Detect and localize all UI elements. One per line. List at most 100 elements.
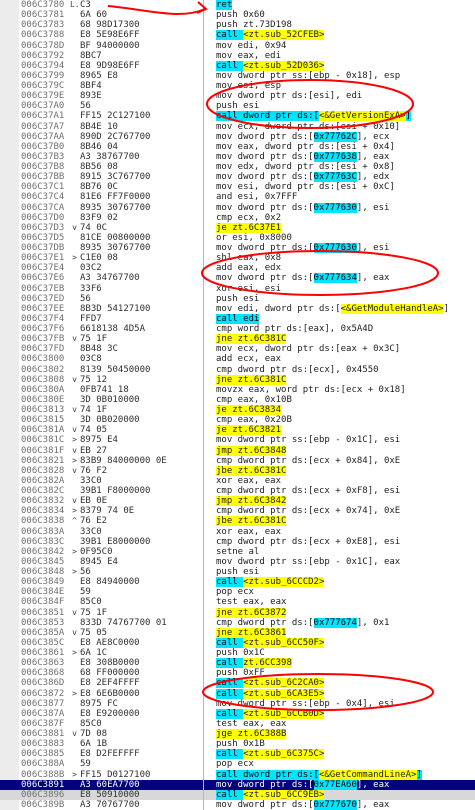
instruction-row[interactable]: 006C3802 8139 50450000 cmp dword ptr ds:[e… [0,364,475,375]
instruction-row[interactable]: 006C37FB v 75 1F jne zt.6C381C [0,334,475,345]
gutter-cell[interactable] [0,658,19,669]
gutter-cell[interactable] [0,556,19,567]
instruction-row[interactable]: 006C37A0 56 push esi [0,101,475,112]
gutter-cell[interactable] [0,222,19,233]
instruction-row[interactable]: 006C3863 E8 308B0000 call zt.6CC398 [0,658,475,669]
instruction-row[interactable]: 006C3883 6A 1B push 0x1B [0,739,475,750]
instruction-row[interactable]: 006C37B3 A3 38767700 mov dword ptr ds:[0x7… [0,151,475,162]
instruction-row[interactable]: 006C37ED 56 push esi [0,293,475,304]
gutter-cell[interactable] [0,475,19,486]
gutter-cell[interactable] [0,324,19,335]
gutter-cell[interactable] [0,597,19,608]
gutter-cell[interactable] [0,293,19,304]
gutter-cell[interactable] [0,769,19,780]
instruction-row[interactable]: 006C380E 3D 0B010000 cmp eax, 0x10B [0,394,475,405]
gutter-cell[interactable] [0,30,19,41]
instruction-row[interactable]: 006C3842 >0F95C0 setne al [0,546,475,557]
instruction-row[interactable]: 006C3838 ^ 76 E2 jbe zt.6C381C [0,516,475,527]
instruction-row[interactable]: 006C37DB 8935 30767700 mov dword ptr ds:[0… [0,243,475,254]
gutter-cell[interactable] [0,718,19,729]
instruction-row[interactable]: 006C385A v 75 05 jne zt.6C3861 [0,627,475,638]
instruction-row[interactable]: 006C3780 L. C3 ret [0,0,475,11]
instruction-row[interactable]: 006C384E 59 pop ecx [0,587,475,598]
gutter-cell[interactable] [0,121,19,132]
gutter-cell[interactable] [0,172,19,183]
instruction-row[interactable]: 006C382C 39B1 F8000000 cmp dword ptr ds:[e… [0,486,475,497]
gutter-cell[interactable] [0,141,19,152]
instruction-row[interactable]: 006C379E 893E mov dword ptr ds:[esi], edi [0,91,475,102]
gutter-cell[interactable] [0,0,19,11]
instruction-row[interactable]: 006C388A 59 pop ecx [0,759,475,770]
gutter-cell[interactable] [0,10,19,21]
gutter-cell[interactable] [0,212,19,223]
disassembly-listing[interactable]: 006C3780 L. C3 ret 006C3781 6A 60 push 0x60 006… [0,0,475,810]
gutter-cell[interactable] [0,253,19,264]
instruction-row[interactable]: 006C37E6 A3 34767700 mov dword ptr ds:[0x7… [0,273,475,284]
instruction-row[interactable]: 006C37E1 > C1E0 08 shl eax, 0x8 [0,253,475,264]
instruction-row[interactable]: 006C380A 0FB741 18 movzx eax, word ptr ds:… [0,384,475,395]
instruction-row[interactable]: 006C3885 E8 D2FEFFFF call <zt.sub_6C375C> [0,749,475,760]
gutter-cell[interactable] [0,688,19,699]
instruction-row[interactable]: 006C383A 33C0 xor eax, eax [0,526,475,537]
gutter-cell[interactable] [0,263,19,274]
gutter-cell[interactable] [0,526,19,537]
instruction-row[interactable]: 006C3845 8945 E4 mov dword ptr ss:[ebp - 0… [0,556,475,567]
gutter-cell[interactable] [0,182,19,193]
gutter-cell[interactable] [0,607,19,618]
gutter-cell[interactable] [0,546,19,557]
instruction-row[interactable]: 006C37D0 83F9 02 cmp ecx, 0x2 [0,212,475,223]
gutter-cell[interactable] [0,40,19,51]
instruction-row[interactable]: 006C37A1 FF15 2C127100 call dword ptr ds:[… [0,111,475,122]
gutter-cell[interactable] [0,354,19,365]
gutter-cell[interactable] [0,313,19,324]
instruction-row[interactable]: 006C381C >8975 E4 mov dword ptr ss:[ebp - … [0,435,475,446]
gutter-cell[interactable] [0,729,19,740]
gutter-cell[interactable] [0,506,19,517]
instruction-row[interactable]: 006C37FD 8B48 3C mov ecx, dword ptr ds:[ea… [0,344,475,355]
instruction-row[interactable]: 006C3799 8965 E8 mov dword ptr ss:[ebp - 0… [0,70,475,81]
instruction-row[interactable]: 006C37B8 8B56 08 mov edx, dword ptr ds:[es… [0,162,475,173]
gutter-cell[interactable] [0,516,19,527]
instruction-row[interactable]: 006C388B > FF15 D0127100 call dword ptr ds:… [0,769,475,780]
gutter-cell[interactable] [0,394,19,405]
instruction-row[interactable]: 006C3849 E8 84940000 call <zt.sub_6CCCD2> [0,577,475,588]
gutter-cell[interactable] [0,637,19,648]
gutter-cell[interactable] [0,151,19,162]
gutter-cell[interactable] [0,698,19,709]
instruction-row[interactable]: 006C3881 v 7D 08 jge zt.6C388B [0,729,475,740]
instruction-row[interactable]: 006C3828 v 76 F2 jbe zt.6C381C [0,465,475,476]
instruction-row[interactable]: 006C387F 85C0 test eax, eax [0,718,475,729]
gutter-cell[interactable] [0,536,19,547]
instruction-row[interactable]: 006C378D BF 94000000 mov edi, 0x94 [0,40,475,51]
instruction-row[interactable]: 006C384F 85C0 test eax, eax [0,597,475,608]
instruction-row[interactable]: 006C3781 6A 60 push 0x60 [0,10,475,21]
instruction-row[interactable]: 006C37BB 8915 3C767700 mov dword ptr ds:[0… [0,172,475,183]
gutter-cell[interactable] [0,567,19,578]
gutter-cell[interactable] [0,70,19,81]
instruction-row[interactable]: 006C385C E8 AE8C0000 call <zt.sub_6CC50F> [0,637,475,648]
gutter-cell[interactable] [0,101,19,112]
gutter-cell[interactable] [0,789,19,800]
gutter-cell[interactable] [0,20,19,31]
gutter-cell[interactable] [0,384,19,395]
gutter-cell[interactable] [0,425,19,436]
instruction-row[interactable]: 006C3896 E8 50910000 call <zt.sub_6CC9EB> [0,789,475,800]
gutter-cell[interactable] [0,334,19,345]
instruction-row[interactable]: 006C386D E8 2EF4FFFF call <zt.sub_6C2CA0> [0,678,475,689]
instruction-row[interactable]: 006C3861 >6A 1C push 0x1C [0,648,475,659]
gutter-cell[interactable] [0,435,19,446]
gutter-cell[interactable] [0,60,19,71]
gutter-cell[interactable] [0,283,19,294]
instruction-row[interactable]: 006C37EE 8B3D 54127100 mov edi, dword ptr … [0,303,475,314]
gutter-cell[interactable] [0,374,19,385]
gutter-cell[interactable] [0,486,19,497]
gutter-cell[interactable] [0,708,19,719]
gutter-cell[interactable] [0,81,19,92]
instruction-row[interactable]: 006C3891 A3 60EA7700 mov dword ptr ds:[0x7… [0,779,475,790]
instruction-row[interactable]: 006C3821 >83B9 84000000 0E cmp dword ptr d… [0,455,475,466]
instruction-row[interactable]: 006C381A v 74 05 je zt.6C3821 [0,425,475,436]
instruction-row[interactable]: 006C3868 68 FF000000 push 0xFF [0,668,475,679]
gutter-cell[interactable] [0,465,19,476]
gutter-cell[interactable] [0,668,19,679]
instruction-row[interactable]: 006C3813 v 74 1F je zt.6C3834 [0,405,475,416]
